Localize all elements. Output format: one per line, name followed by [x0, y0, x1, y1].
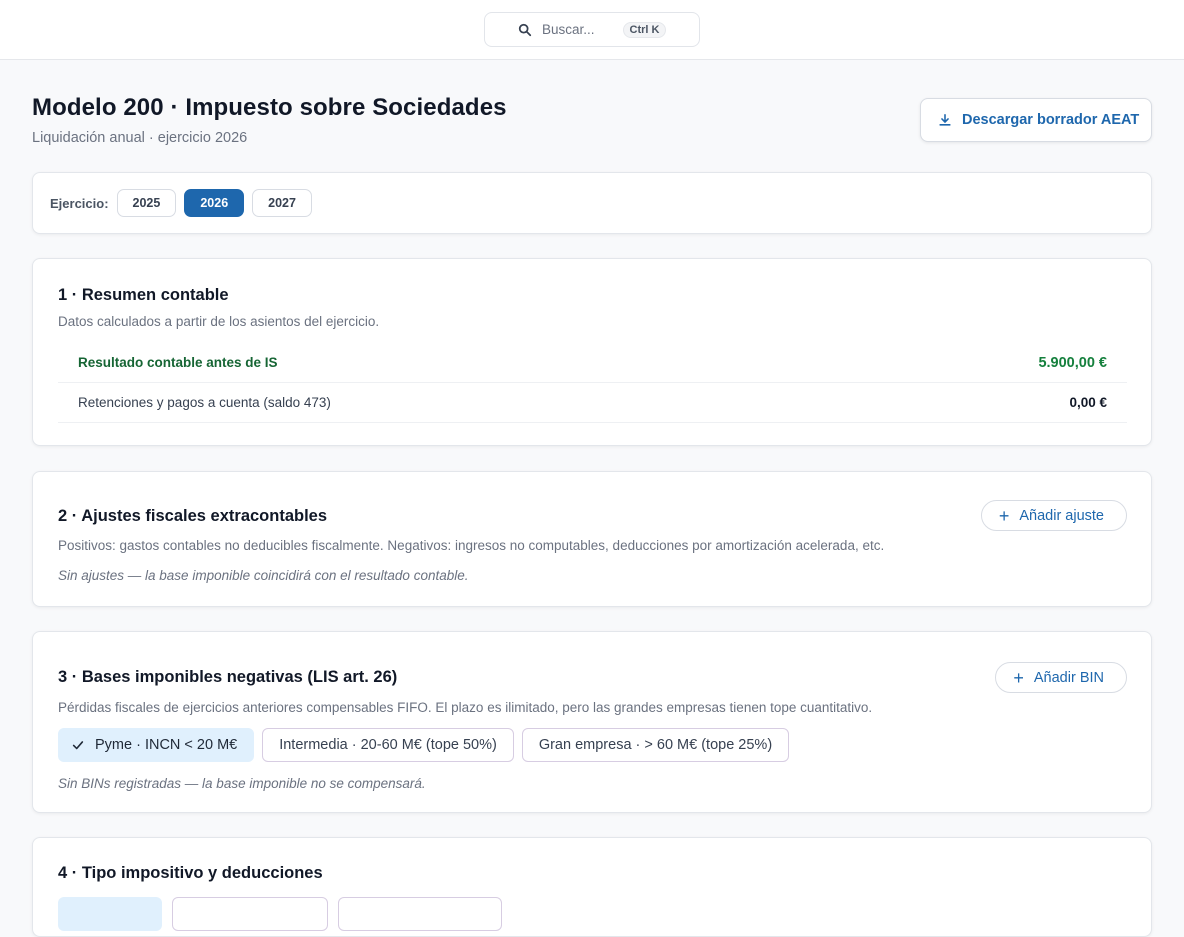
plus-icon: +	[998, 505, 1010, 526]
section-1-title: 1 · Resumen contable	[58, 286, 229, 304]
tax-rate-option[interactable]	[58, 897, 162, 931]
search-box[interactable]: Buscar... Ctrl K	[484, 12, 700, 47]
page-subtitle: Liquidación anual · ejercicio 2026	[32, 130, 248, 146]
search-icon	[518, 23, 532, 37]
add-bin-label: Añadir BIN	[1033, 669, 1104, 686]
tax-rate-option[interactable]	[172, 897, 328, 931]
no-adjustments-note: Sin ajustes — la base imponible coincidi…	[58, 568, 469, 583]
summary-row-withholdings: Retenciones y pagos a cuenta (saldo 473)…	[58, 383, 1127, 423]
summary-table: Resultado contable antes de IS 5.900,00 …	[58, 343, 1127, 423]
page-header: Modelo 200 · Impuesto sobre Sociedades L…	[32, 94, 507, 146]
section-4-title: 4 · Tipo impositivo y deducciones	[58, 864, 323, 882]
size-option-label: Pyme · INCN < 20 M€	[95, 737, 238, 753]
year-option-2025[interactable]: 2025	[116, 189, 177, 217]
plus-icon: +	[1013, 667, 1024, 688]
year-option-2027[interactable]: 2027	[252, 189, 312, 217]
add-adjustment-label: Añadir ajuste	[1019, 507, 1104, 524]
search-shortcut-badge: Ctrl K	[622, 21, 667, 38]
no-bins-note: Sin BINs registradas — la base imponible…	[58, 776, 426, 791]
section-2-title: 2 · Ajustes fiscales extracontables	[58, 507, 328, 525]
company-size-selector: Pyme · INCN < 20 M€ Intermedia · 20-60 M…	[58, 728, 1127, 762]
add-bin-button[interactable]: + Añadir BIN	[995, 662, 1127, 693]
summary-row-result: Resultado contable antes de IS 5.900,00 …	[58, 343, 1127, 383]
section-3-description: Pérdidas fiscales de ejercicios anterior…	[58, 700, 873, 715]
check-icon	[72, 741, 84, 750]
summary-row-value: 5.900,00 €	[1038, 354, 1107, 371]
summary-row-label: Retenciones y pagos a cuenta (saldo 473)	[78, 395, 331, 410]
section-1-description: Datos calculados a partir de los asiento…	[58, 314, 380, 329]
tax-adjustments-card: 2 · Ajustes fiscales extracontables + Añ…	[32, 471, 1152, 607]
download-icon	[939, 113, 951, 126]
tax-rate-selector	[58, 897, 1127, 931]
year-option-2026[interactable]: 2026	[184, 189, 245, 217]
section-3-title: 3 · Bases imponibles negativas (LIS art.…	[58, 668, 398, 686]
summary-row-label: Resultado contable antes de IS	[78, 355, 278, 370]
top-bar: Buscar... Ctrl K	[0, 0, 1184, 60]
year-selector-card: Ejercicio: 2025 2026 2027	[32, 172, 1152, 234]
download-draft-button[interactable]: Descargar borrador AEAT	[920, 98, 1152, 142]
download-draft-label: Descargar borrador AEAT	[962, 112, 1140, 128]
page-title: Modelo 200 · Impuesto sobre Sociedades	[32, 94, 507, 121]
tax-rate-option[interactable]	[338, 897, 502, 931]
section-2-description: Positivos: gastos contables no deducible…	[58, 538, 885, 553]
year-selector-label: Ejercicio:	[50, 195, 109, 211]
size-option-intermedia[interactable]: Intermedia · 20-60 M€ (tope 50%)	[262, 728, 514, 762]
negative-tax-bases-card: 3 · Bases imponibles negativas (LIS art.…	[32, 631, 1152, 813]
search-placeholder: Buscar...	[542, 22, 595, 37]
size-option-gran-empresa[interactable]: Gran empresa · > 60 M€ (tope 25%)	[521, 728, 790, 762]
add-adjustment-button[interactable]: + Añadir ajuste	[980, 500, 1127, 531]
tax-rate-card: 4 · Tipo impositivo y deducciones	[32, 837, 1152, 937]
accounting-summary-card: 1 · Resumen contable Datos calculados a …	[32, 258, 1152, 446]
size-option-pyme[interactable]: Pyme · INCN < 20 M€	[58, 728, 255, 762]
summary-row-value: 0,00 €	[1069, 395, 1107, 410]
